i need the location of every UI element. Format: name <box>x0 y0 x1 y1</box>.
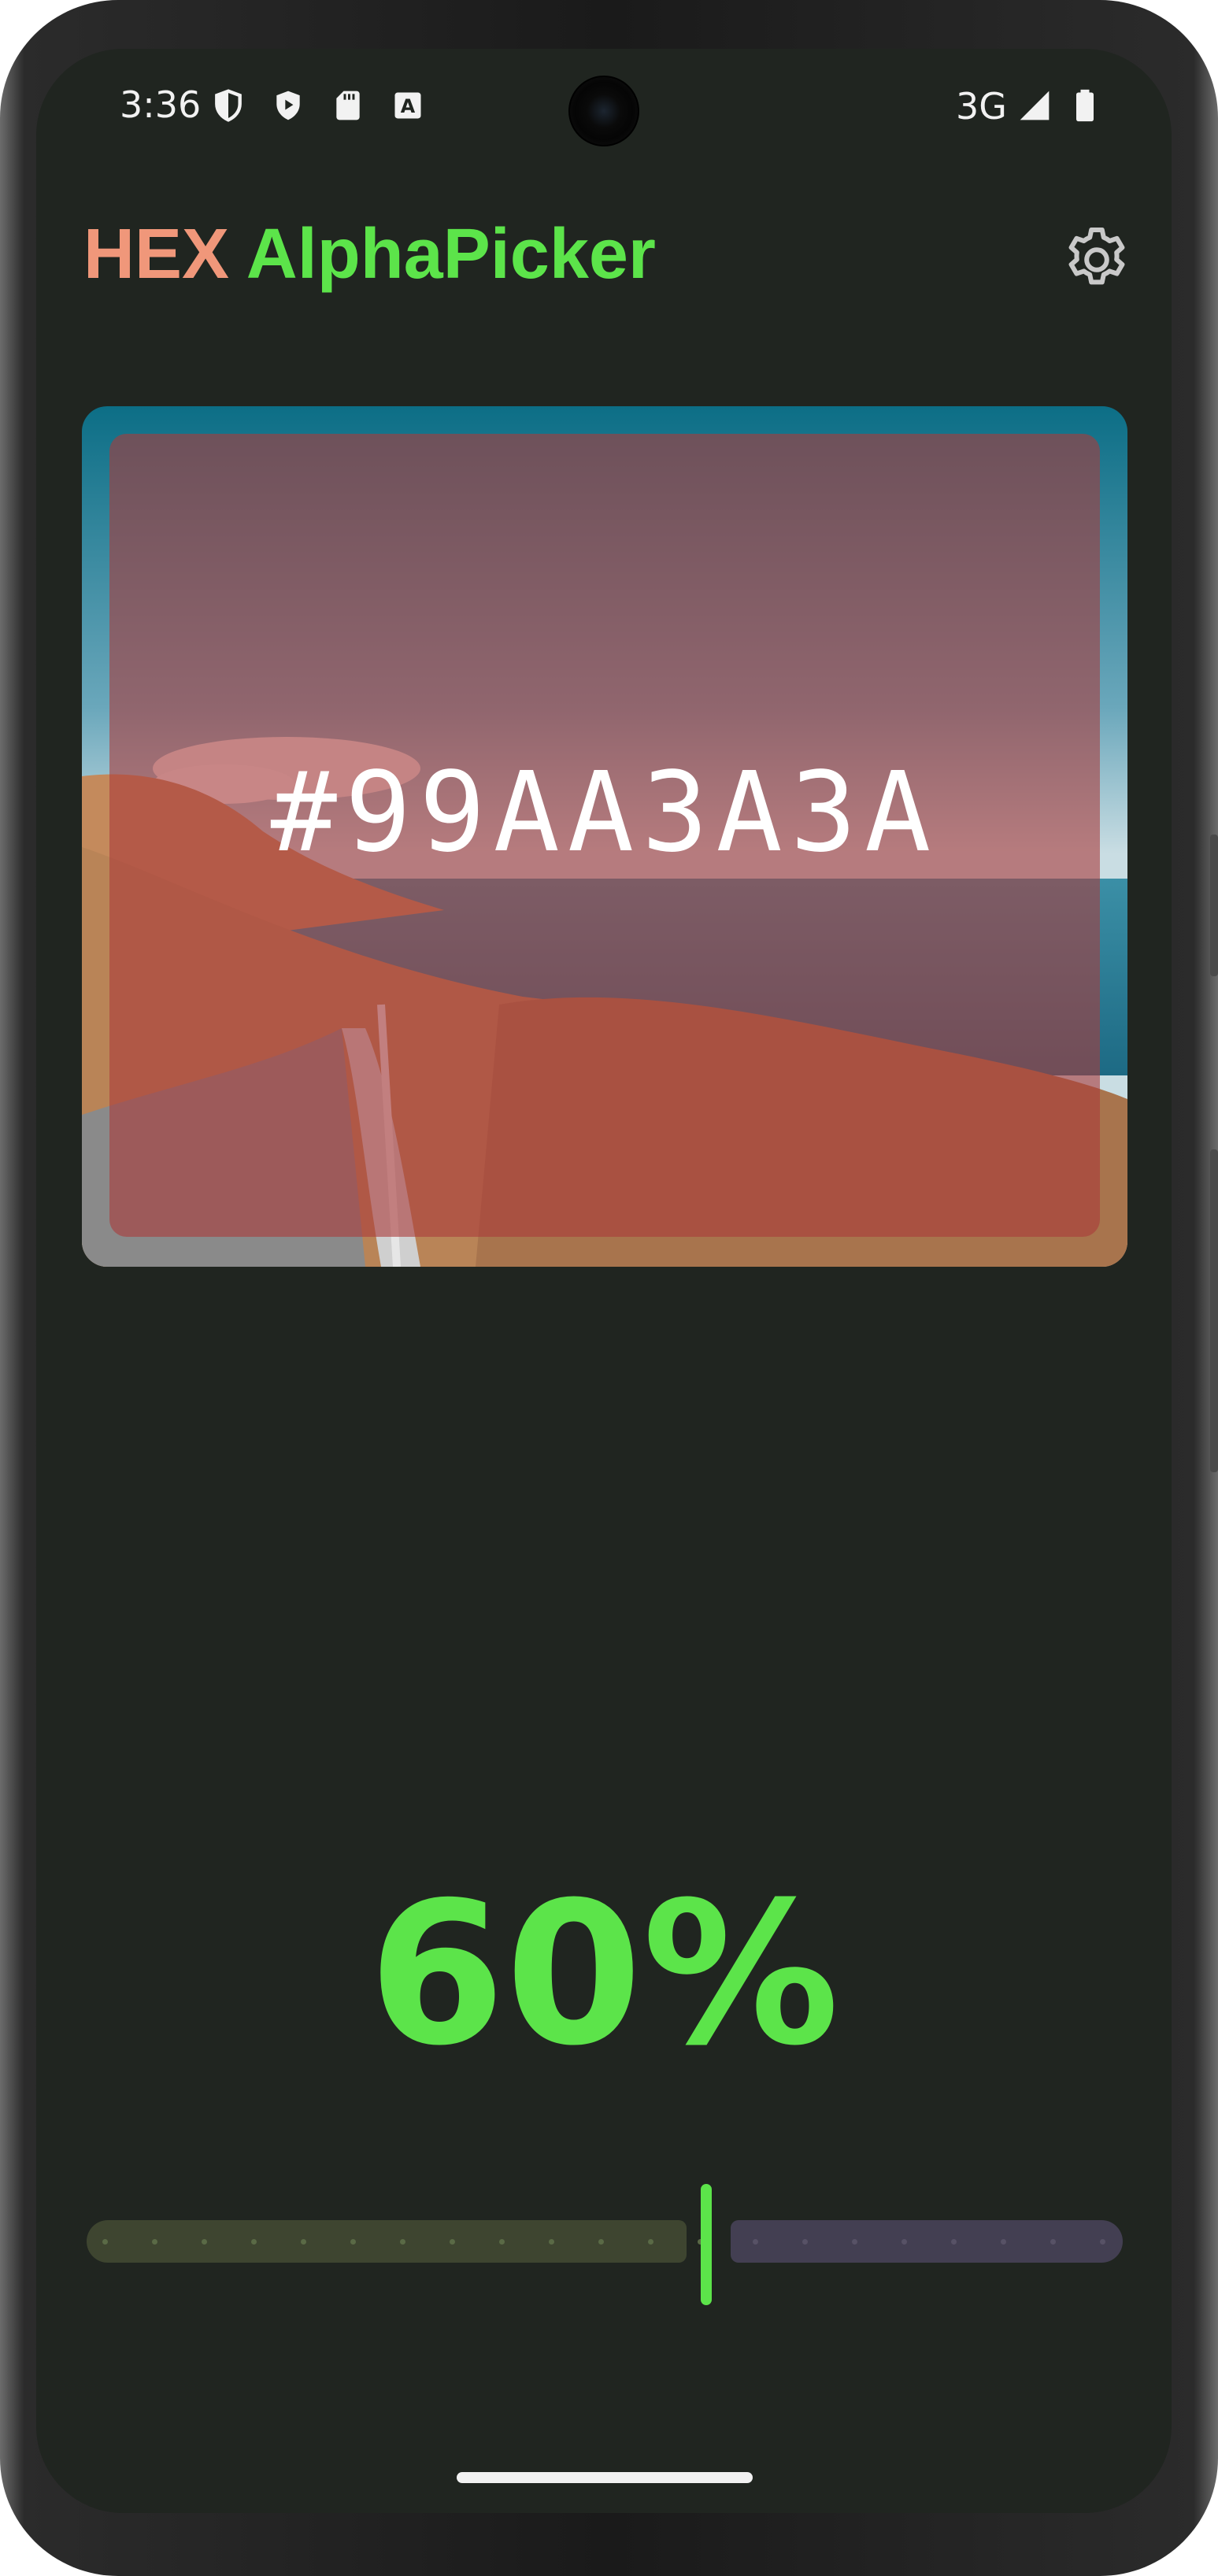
front-camera <box>568 76 639 146</box>
slider-tick <box>549 2239 554 2245</box>
slider-tick <box>152 2239 157 2245</box>
shield-play-icon <box>271 88 305 123</box>
sd-card-icon <box>331 88 365 123</box>
power-button <box>1210 1149 1218 1472</box>
volume-button <box>1210 835 1218 976</box>
keyboard-a-icon: A <box>391 88 425 123</box>
slider-tick <box>350 2239 356 2245</box>
gear-icon <box>1068 228 1125 285</box>
slider-tick <box>450 2239 455 2245</box>
slider-tick <box>301 2239 306 2245</box>
slider-tick <box>1050 2239 1056 2245</box>
slider-thumb[interactable] <box>701 2184 712 2305</box>
slider-tick <box>901 2239 907 2245</box>
slider-tick <box>251 2239 257 2245</box>
app-title-alpha: AlphaPicker <box>246 215 656 294</box>
app-title-hex: HEX <box>83 215 230 294</box>
color-preview-card: #99AA3A3A <box>82 406 1127 1267</box>
alpha-percent: 60% <box>368 1860 840 2089</box>
home-indicator[interactable] <box>457 2472 753 2483</box>
slider-tick <box>499 2239 505 2245</box>
shield-outline-icon <box>211 88 246 123</box>
slider-track-inactive[interactable] <box>731 2220 1123 2263</box>
slider-tick <box>598 2239 604 2245</box>
app-title: HEX AlphaPicker <box>83 214 656 295</box>
phone-frame: 3:36 A 3G HEX AlphaPicker #99AA3A3A 60% <box>0 0 1218 2576</box>
slider-tick <box>648 2239 653 2245</box>
battery-icon <box>1068 88 1102 123</box>
slider-tick <box>1001 2239 1006 2245</box>
slider-tick <box>951 2239 957 2245</box>
signal-icon <box>1017 88 1052 123</box>
hex-code-label[interactable]: #99AA3A3A <box>82 406 1127 1267</box>
status-time: 3:36 <box>120 83 202 126</box>
slider-tick <box>102 2239 108 2245</box>
status-bar: 3:36 A 3G <box>36 49 1172 175</box>
slider-tick <box>400 2239 405 2245</box>
slider-track-active[interactable] <box>87 2220 703 2263</box>
slider-tick <box>202 2239 207 2245</box>
svg-text:A: A <box>401 95 416 117</box>
settings-button[interactable] <box>1059 222 1135 298</box>
screen: 3:36 A 3G HEX AlphaPicker #99AA3A3A 60% <box>36 49 1172 2513</box>
slider-tick <box>852 2239 857 2245</box>
slider-tick <box>1100 2239 1105 2245</box>
slider-tick <box>802 2239 808 2245</box>
network-type: 3G <box>956 85 1007 128</box>
slider-tick <box>753 2239 758 2245</box>
